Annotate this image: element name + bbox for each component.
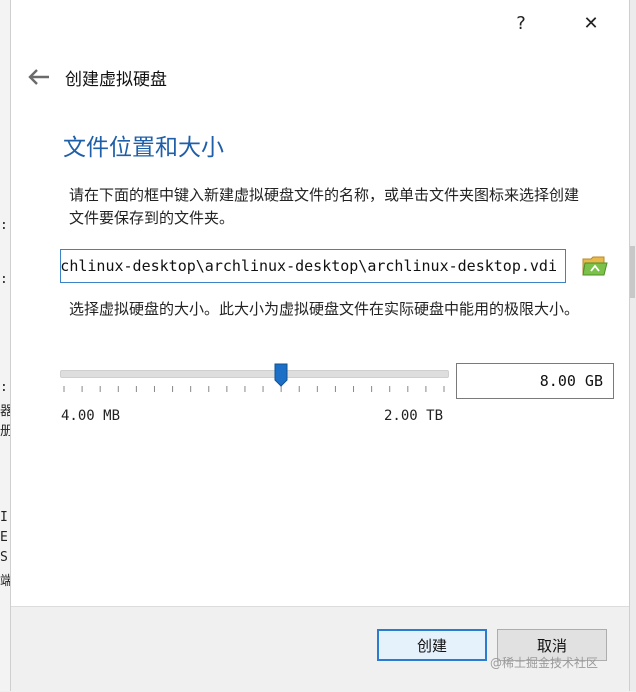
disk-size-slider[interactable] bbox=[60, 360, 450, 400]
create-button[interactable]: 创建 bbox=[377, 629, 487, 661]
disk-size-value: 8.00 GB bbox=[539, 372, 603, 390]
file-path-value: rchlinux-desktop\archlinux-desktop\archl… bbox=[60, 257, 557, 275]
create-virtual-disk-dialog: ? ✕ 创建虚拟硬盘 文件位置和大小 请在下面的框中键入新建虚拟硬盘文件的名称，… bbox=[10, 0, 630, 692]
slider-ticks bbox=[63, 386, 445, 392]
page-title: 文件位置和大小 bbox=[63, 135, 224, 161]
bg-glyph: I bbox=[0, 510, 8, 525]
slider-handle[interactable] bbox=[274, 363, 288, 387]
folder-open-icon bbox=[582, 256, 608, 276]
bg-glyph: E bbox=[0, 530, 8, 545]
disk-size-input[interactable]: 8.00 GB bbox=[456, 363, 614, 399]
slider-track[interactable] bbox=[60, 370, 449, 378]
bg-glyph: : bbox=[0, 380, 8, 395]
dialog-footer: 创建 取消 bbox=[11, 606, 629, 692]
help-button[interactable]: ? bbox=[505, 8, 537, 38]
watermark: @稀土掘金技术社区 bbox=[490, 656, 599, 670]
location-description: 请在下面的框中键入新建虚拟硬盘文件的名称，或单击文件夹图标来选择创建文件要保存到… bbox=[69, 186, 580, 227]
arrow-left-icon bbox=[28, 69, 49, 85]
bg-glyph: : bbox=[0, 272, 8, 287]
close-button[interactable]: ✕ bbox=[575, 8, 607, 38]
file-path-input[interactable]: rchlinux-desktop\archlinux-desktop\archl… bbox=[60, 249, 566, 283]
back-button[interactable] bbox=[21, 63, 57, 91]
dialog-header: 创建虚拟硬盘 bbox=[21, 62, 167, 92]
dialog-title: 创建虚拟硬盘 bbox=[65, 69, 167, 90]
slider-max-label: 2.00 TB bbox=[384, 408, 444, 424]
slider-min-label: 4.00 MB bbox=[61, 408, 121, 424]
choose-folder-button[interactable] bbox=[579, 251, 611, 281]
bg-glyph: : bbox=[0, 218, 8, 233]
size-description: 选择虚拟硬盘的大小。此大小为虚拟硬盘文件在实际硬盘中能用的极限大小。 bbox=[69, 300, 580, 318]
bg-glyph: S bbox=[0, 550, 8, 565]
